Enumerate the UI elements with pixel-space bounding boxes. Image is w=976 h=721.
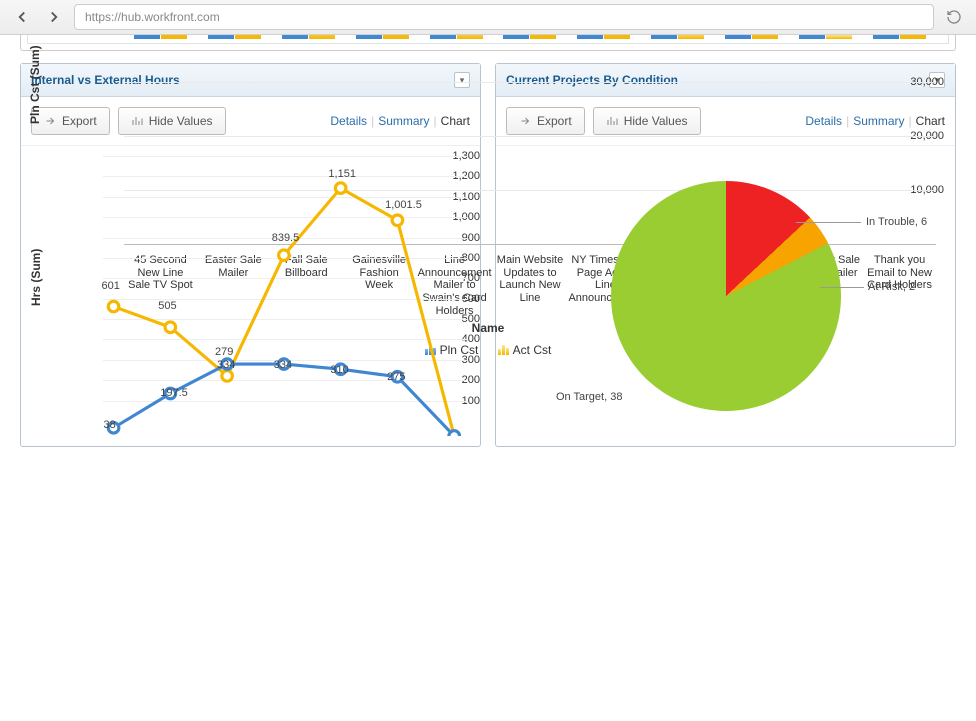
condition-pie-chart: In Trouble, 6At Risk, 2On Target, 38 xyxy=(496,146,955,446)
panel-title: Current Projects By Condition xyxy=(506,73,678,87)
y-axis-label: Pln Cst (Sum) xyxy=(28,45,42,124)
hours-line-chart: Hrs (Sum) 1002003004005006007008009001,0… xyxy=(21,146,480,446)
back-button[interactable] xyxy=(10,5,34,29)
tab-details[interactable]: Details xyxy=(805,114,842,128)
url-text: https://hub.workfront.com xyxy=(85,10,220,24)
cost-chart-panel: Pln Cst (Sum) 10,00020,00030,000 21,7301… xyxy=(20,35,956,51)
hide-values-button[interactable]: Hide Values xyxy=(593,107,701,135)
projects-by-condition-panel: Current Projects By Condition ▾ Export H… xyxy=(495,63,956,447)
refresh-button[interactable] xyxy=(942,5,966,29)
panel-menu-icon[interactable]: ▾ xyxy=(454,72,470,88)
view-tabs: Details | Summary | Chart xyxy=(330,114,470,128)
tab-summary[interactable]: Summary xyxy=(853,114,904,128)
tab-chart[interactable]: Chart xyxy=(916,114,945,128)
panel-title: Internal vs External Hours xyxy=(31,73,180,87)
forward-button[interactable] xyxy=(42,5,66,29)
browser-toolbar: https://hub.workfront.com xyxy=(0,0,976,35)
tab-details[interactable]: Details xyxy=(330,114,367,128)
tab-chart[interactable]: Chart xyxy=(441,114,470,128)
export-button[interactable]: Export xyxy=(506,107,585,135)
y-axis-label: Hrs (Sum) xyxy=(29,249,43,306)
view-tabs: Details | Summary | Chart xyxy=(805,114,945,128)
tab-summary[interactable]: Summary xyxy=(378,114,429,128)
hide-values-button[interactable]: Hide Values xyxy=(118,107,226,135)
export-button[interactable]: Export xyxy=(31,107,110,135)
internal-vs-external-panel: Internal vs External Hours ▾ Export Hide… xyxy=(20,63,481,447)
url-bar[interactable]: https://hub.workfront.com xyxy=(74,4,934,30)
